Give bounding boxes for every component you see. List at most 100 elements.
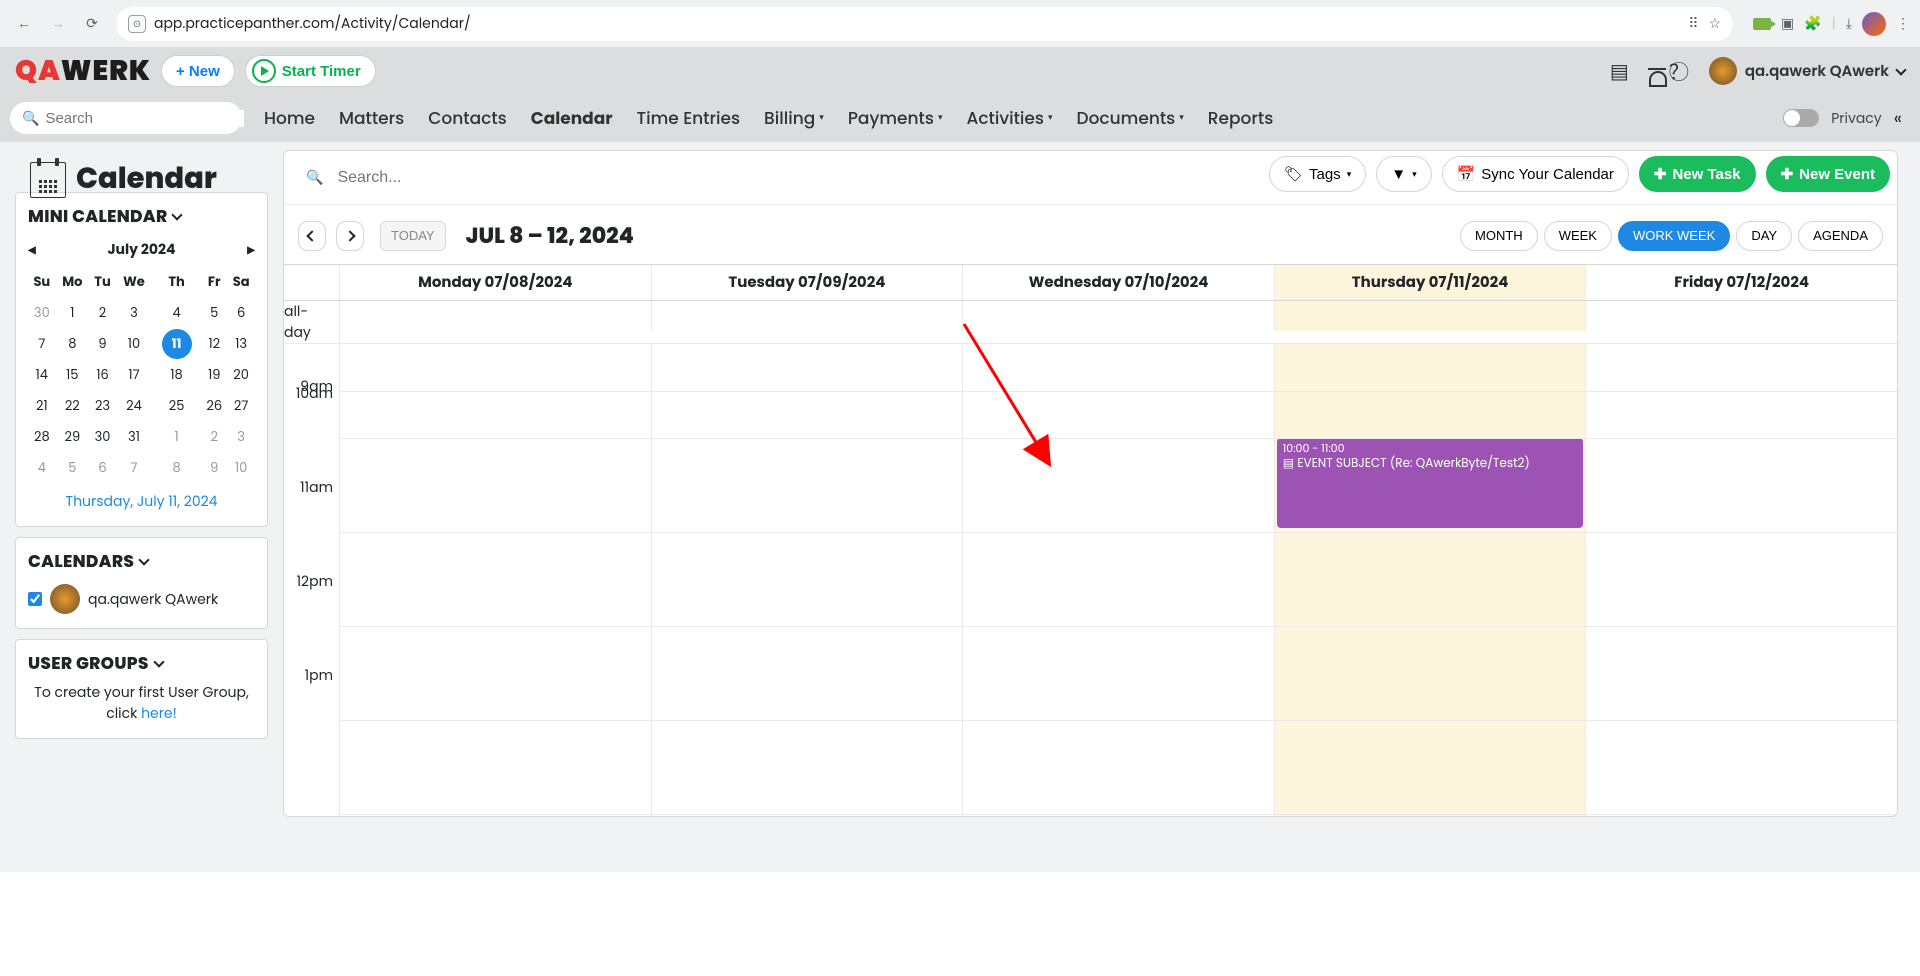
start-timer-button[interactable]: Start Timer xyxy=(245,55,376,87)
mini-day[interactable]: 9 xyxy=(201,452,227,483)
calendars-panel-title[interactable]: CALENDARS xyxy=(28,548,255,574)
mini-day[interactable]: 4 xyxy=(28,452,56,483)
day-column[interactable] xyxy=(340,344,652,816)
mini-day[interactable]: 6 xyxy=(227,297,255,328)
mini-today-link[interactable]: Thursday, July 11, 2024 xyxy=(28,491,255,512)
new-event-button[interactable]: ✚New Event xyxy=(1766,156,1890,192)
download-icon[interactable]: ⤓ xyxy=(1846,13,1852,34)
mini-day[interactable]: 2 xyxy=(201,421,227,452)
mini-day[interactable]: 4 xyxy=(152,297,201,328)
mini-day[interactable]: 5 xyxy=(56,452,89,483)
mini-day[interactable]: 3 xyxy=(227,421,255,452)
mini-day[interactable]: 10 xyxy=(116,328,152,359)
bookmark-icon[interactable]: ☆ xyxy=(1708,13,1721,34)
reload-button[interactable]: ⟳ xyxy=(78,10,106,38)
mini-day[interactable]: 1 xyxy=(56,297,89,328)
allday-cell[interactable] xyxy=(1586,301,1897,331)
nav-payments[interactable]: Payments▾ xyxy=(836,94,955,142)
day-column[interactable] xyxy=(652,344,964,816)
mini-day[interactable]: 5 xyxy=(201,297,227,328)
mini-day[interactable]: 1 xyxy=(152,421,201,452)
nav-activities[interactable]: Activities▾ xyxy=(954,94,1064,142)
mini-day[interactable]: 27 xyxy=(227,390,255,421)
help-icon[interactable]: ？⃝ xyxy=(1669,56,1689,87)
calendar-event[interactable]: 10:00 - 11:00 ▤ EVENT SUBJECT (Re: QAwer… xyxy=(1277,438,1584,528)
mini-day[interactable]: 26 xyxy=(201,390,227,421)
mini-prev-month[interactable]: ◀ xyxy=(28,242,36,258)
view-work-week[interactable]: WORK WEEK xyxy=(1618,221,1730,251)
mini-day[interactable]: 7 xyxy=(116,452,152,483)
allday-cell[interactable] xyxy=(652,301,964,331)
day-header[interactable]: Friday 07/12/2024 xyxy=(1586,265,1897,300)
mini-day[interactable]: 28 xyxy=(28,421,56,452)
day-header[interactable]: Wednesday 07/10/2024 xyxy=(963,265,1275,300)
mini-day[interactable]: 16 xyxy=(89,359,116,390)
user-groups-title[interactable]: USER GROUPS xyxy=(28,650,255,676)
new-button[interactable]: + New xyxy=(161,55,235,87)
site-info-icon[interactable]: ⊙ xyxy=(128,15,146,33)
mini-day[interactable]: 2 xyxy=(89,297,116,328)
profile-avatar[interactable] xyxy=(1862,12,1886,36)
mini-day[interactable]: 30 xyxy=(89,421,116,452)
mini-day[interactable]: 21 xyxy=(28,390,56,421)
browser-menu-icon[interactable]: ⋮ xyxy=(1896,13,1910,34)
user-menu[interactable]: qa.qawerk QAwerk xyxy=(1709,57,1905,85)
filter-button[interactable]: ▼▾ xyxy=(1376,156,1431,192)
new-task-button[interactable]: ✚New Task xyxy=(1639,156,1756,192)
chat-icon[interactable]: ▤ xyxy=(1610,56,1629,86)
mini-day[interactable]: 29 xyxy=(56,421,89,452)
sync-calendar-button[interactable]: 📅Sync Your Calendar xyxy=(1442,156,1629,192)
search-input[interactable] xyxy=(45,110,244,127)
camera-ext-icon[interactable] xyxy=(1753,18,1771,30)
mini-day[interactable]: 15 xyxy=(56,359,89,390)
allday-cell[interactable] xyxy=(1275,301,1587,331)
view-month[interactable]: MONTH xyxy=(1460,221,1538,251)
mini-day[interactable]: 24 xyxy=(116,390,152,421)
privacy-toggle[interactable] xyxy=(1783,109,1819,127)
extensions-icon[interactable]: 🧩 xyxy=(1804,13,1821,34)
mini-day[interactable]: 14 xyxy=(28,359,56,390)
collapse-icon[interactable]: « xyxy=(1894,105,1902,132)
nav-documents[interactable]: Documents▾ xyxy=(1065,94,1196,142)
mini-day[interactable]: 10 xyxy=(227,452,255,483)
view-agenda[interactable]: AGENDA xyxy=(1798,221,1883,251)
tags-button[interactable]: 🏷Tags▾ xyxy=(1269,156,1366,192)
nav-matters[interactable]: Matters xyxy=(327,94,416,142)
day-column-today[interactable]: 10:00 - 11:00 ▤ EVENT SUBJECT (Re: QAwer… xyxy=(1275,344,1587,816)
mini-day[interactable]: 20 xyxy=(227,359,255,390)
extension-icon[interactable]: ▣ xyxy=(1781,13,1794,34)
mini-next-month[interactable]: ▶ xyxy=(247,242,255,258)
mini-day[interactable]: 7 xyxy=(28,328,56,359)
mini-day[interactable]: 23 xyxy=(89,390,116,421)
nav-home[interactable]: Home xyxy=(252,94,327,142)
mini-day[interactable]: 9 xyxy=(89,328,116,359)
allday-cell[interactable] xyxy=(340,301,652,331)
day-header[interactable]: Monday 07/08/2024 xyxy=(340,265,652,300)
nav-time-entries[interactable]: Time Entries xyxy=(625,94,753,142)
nav-billing[interactable]: Billing▾ xyxy=(752,94,836,142)
today-button[interactable]: TODAY xyxy=(380,221,446,251)
nav-contacts[interactable]: Contacts xyxy=(416,94,518,142)
view-day[interactable]: DAY xyxy=(1736,221,1792,251)
calendar-user-checkbox[interactable] xyxy=(28,592,42,606)
forward-button[interactable]: → xyxy=(44,10,72,38)
mini-day[interactable]: 13 xyxy=(227,328,255,359)
nav-calendar[interactable]: Calendar xyxy=(519,94,625,142)
back-button[interactable]: ← xyxy=(10,10,38,38)
mini-day[interactable]: 19 xyxy=(201,359,227,390)
global-search[interactable]: 🔍 xyxy=(10,102,242,134)
mini-calendar-title[interactable]: MINI CALENDAR xyxy=(28,203,255,229)
nav-reports[interactable]: Reports xyxy=(1196,94,1286,142)
app-logo[interactable]: QAWERK xyxy=(15,50,151,92)
allday-cell[interactable] xyxy=(963,301,1275,331)
mini-day[interactable]: 30 xyxy=(28,297,56,328)
mini-day[interactable]: 31 xyxy=(116,421,152,452)
mini-day[interactable]: 6 xyxy=(89,452,116,483)
day-header[interactable]: Thursday 07/11/2024 xyxy=(1275,265,1587,300)
mini-day[interactable]: 11 xyxy=(152,328,201,359)
mini-day[interactable]: 18 xyxy=(152,359,201,390)
mini-day[interactable]: 17 xyxy=(116,359,152,390)
view-week[interactable]: WEEK xyxy=(1544,221,1612,251)
calendar-user-row[interactable]: qa.qawerk QAwerk xyxy=(28,584,255,614)
address-bar[interactable]: ⊙ app.practicepanther.com/Activity/Calen… xyxy=(116,7,1733,41)
